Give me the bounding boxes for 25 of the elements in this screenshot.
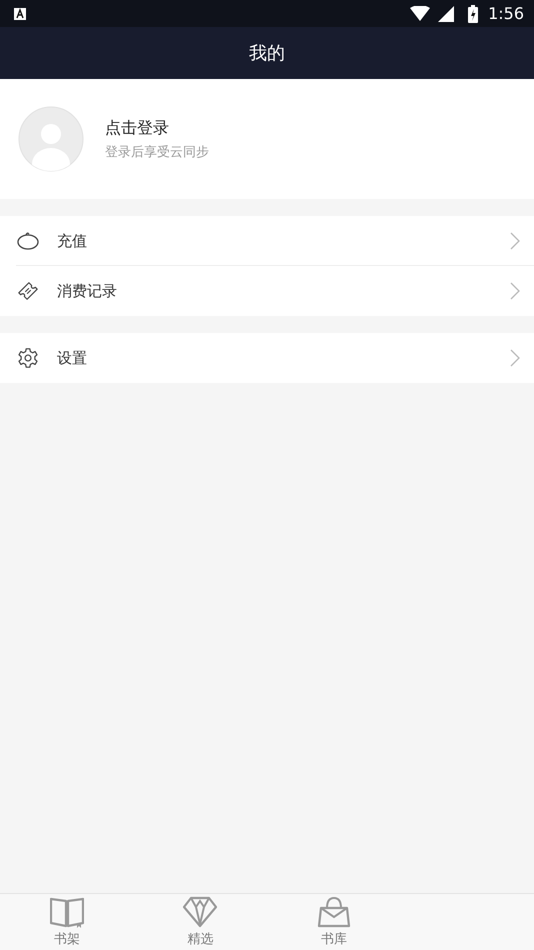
- wifi-icon: [410, 6, 430, 22]
- piggy-bank-icon: [16, 230, 40, 252]
- login-hint: 登录后享受云同步: [105, 144, 209, 160]
- tab-item[interactable]: 书库: [267, 894, 400, 950]
- chevron-right-icon: [510, 232, 520, 250]
- chevron-right-icon: [510, 282, 520, 300]
- menu-item[interactable]: 设置: [0, 333, 534, 383]
- page-title: 我的: [249, 42, 285, 65]
- book-icon: [50, 896, 84, 928]
- notification-icon: [14, 8, 26, 20]
- battery-icon: [468, 4, 478, 22]
- tab-item[interactable]: 精选: [134, 894, 267, 950]
- shopping-bag-icon: [316, 896, 351, 928]
- ticket-icon: [16, 280, 40, 302]
- menu-item[interactable]: 消费记录: [0, 266, 534, 316]
- avatar-icon: [18, 106, 84, 172]
- chevron-right-icon: [510, 349, 520, 367]
- clock: 1:56: [488, 4, 524, 23]
- diamond-icon: [183, 896, 218, 928]
- login-card[interactable]: 点击登录 登录后享受云同步: [0, 79, 534, 199]
- tab-item[interactable]: 书架: [0, 894, 134, 950]
- settings-icon: [16, 347, 40, 369]
- menu-item[interactable]: 充值: [0, 216, 534, 266]
- login-prompt: 点击登录: [105, 118, 170, 138]
- signal-icon: [436, 6, 456, 22]
